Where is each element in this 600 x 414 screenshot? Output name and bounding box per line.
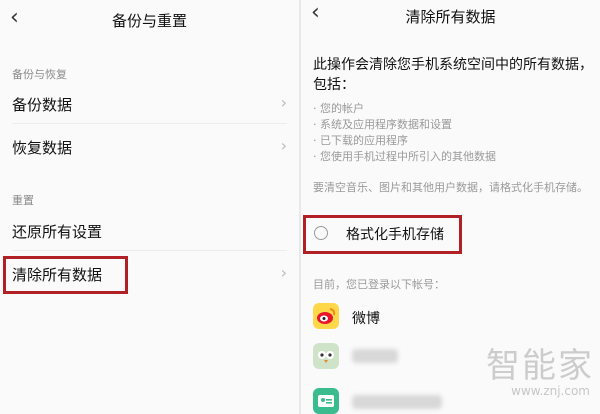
top-bar: ‹ 清除所有数据 bbox=[301, 0, 600, 40]
bullet-item: · 您使用手机过程中所引入的其他数据 bbox=[313, 150, 496, 163]
backup-data-item[interactable]: 备份数据 › bbox=[0, 84, 299, 124]
blurred-account-name bbox=[352, 349, 398, 363]
restore-data-item[interactable]: 恢复数据 › bbox=[0, 127, 299, 167]
reset-all-settings-item[interactable]: 还原所有设置 bbox=[0, 211, 299, 251]
blurred-account-name bbox=[352, 395, 442, 409]
section-label-backup: 备份与恢复 bbox=[12, 68, 67, 81]
chevron-right-icon: › bbox=[280, 136, 287, 155]
format-note: 要清空音乐、图片和其他用户数据，请格式化手机存储。 bbox=[313, 181, 588, 194]
section-label-reset: 重置 bbox=[12, 194, 34, 207]
item-label: 还原所有设置 bbox=[12, 223, 103, 241]
intro-text: 此操作会清除您手机系统空间中的所有数据，包括： bbox=[313, 57, 593, 93]
chevron-right-icon: › bbox=[280, 263, 287, 282]
card-app-icon bbox=[313, 388, 339, 414]
weibo-icon bbox=[313, 303, 339, 329]
page-title: 清除所有数据 bbox=[405, 8, 496, 26]
top-bar: ‹ 备份与重置 bbox=[0, 0, 299, 40]
highlight-box-clear-all-data bbox=[3, 256, 128, 294]
owl-app-icon bbox=[313, 343, 339, 369]
accounts-header: 目前，您已登录以下帐号： bbox=[313, 278, 445, 291]
account-name-weibo: 微博 bbox=[352, 311, 380, 327]
divider bbox=[12, 250, 287, 251]
bullet-item: · 您的帐户 bbox=[313, 102, 364, 115]
item-label: 备份数据 bbox=[12, 96, 73, 114]
backup-reset-screen: ‹ 备份与重置 备份与恢复 备份数据 › 恢复数据 › 重置 还原所有设置 清除… bbox=[0, 0, 299, 414]
chevron-right-icon: › bbox=[280, 93, 287, 112]
divider bbox=[12, 123, 287, 124]
bullet-item: · 已下载的应用程序 bbox=[313, 134, 408, 147]
watermark-text: 智能家 bbox=[486, 346, 594, 386]
page-title: 备份与重置 bbox=[111, 12, 187, 30]
item-label: 恢复数据 bbox=[12, 139, 73, 157]
bullet-item: · 系统及应用程序数据和设置 bbox=[313, 118, 452, 131]
highlight-box-format-storage bbox=[303, 215, 462, 254]
watermark-url: www.znj.com bbox=[511, 384, 590, 398]
